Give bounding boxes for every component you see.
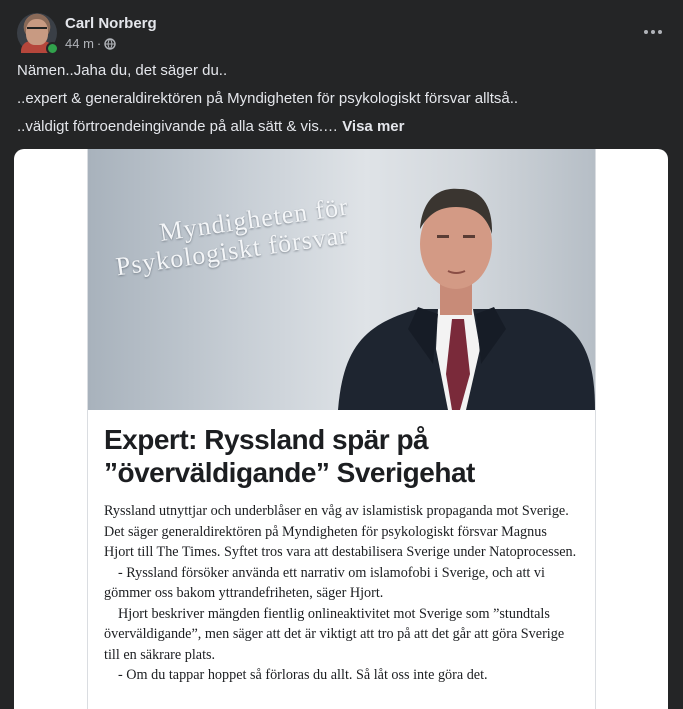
person-figure — [338, 188, 595, 410]
post-timestamp[interactable]: 44 m — [65, 36, 94, 51]
article-paragraph: - Om du tappar hoppet så förloras du all… — [118, 667, 488, 683]
feed-post: Carl Norberg 44 m · Nämen..Jaha du, det … — [0, 0, 683, 709]
article-paragraph: Ryssland utnyttjar och underblåser en vå… — [104, 503, 577, 560]
globe-icon[interactable] — [104, 37, 116, 50]
post-text-line: ..väldigt förtroendeingivande på alla sä… — [17, 117, 666, 137]
online-status-icon — [46, 42, 59, 55]
post-meta: 44 m · — [65, 36, 116, 51]
post-text: Nämen..Jaha du, det säger du.. ..expert … — [17, 61, 666, 145]
headline-line: ”överväldigande” Sverigehat — [104, 457, 475, 488]
post-header: Carl Norberg 44 m · — [17, 13, 666, 55]
author-avatar[interactable] — [17, 13, 59, 55]
see-more-link[interactable]: Visa mer — [342, 118, 404, 135]
post-text-line: Nämen..Jaha du, det säger du.. — [17, 62, 228, 79]
article-headline: Expert: Ryssland spär på ”överväldigande… — [104, 423, 579, 489]
article-paragraph: - Ryssland försöker använda ett narrativ… — [104, 564, 545, 602]
headline-line: Expert: Ryssland spär på — [104, 424, 429, 455]
meta-separator: · — [96, 36, 102, 51]
post-text-line: ..expert & generaldirektören på Myndighe… — [17, 90, 519, 107]
avatar-glasses — [27, 27, 47, 34]
more-dot — [651, 30, 655, 34]
article-photo: Myndigheten för Psykologiskt försvar — [88, 149, 595, 410]
more-options-icon[interactable] — [640, 21, 666, 43]
more-dot — [644, 30, 648, 34]
article-clipping: Myndigheten för Psykologiskt försvar Exp… — [87, 149, 596, 709]
post-text-line-content: ..väldigt förtroendeingivande på alla sä… — [17, 118, 339, 135]
post-media[interactable]: Myndigheten för Psykologiskt försvar Exp… — [14, 149, 668, 709]
article-paragraph: Hjort beskriver mängden fientlig onlinea… — [104, 605, 565, 663]
more-dot — [658, 30, 662, 34]
article-body: Expert: Ryssland spär på ”överväldigande… — [104, 417, 579, 686]
author-name[interactable]: Carl Norberg — [65, 15, 157, 32]
